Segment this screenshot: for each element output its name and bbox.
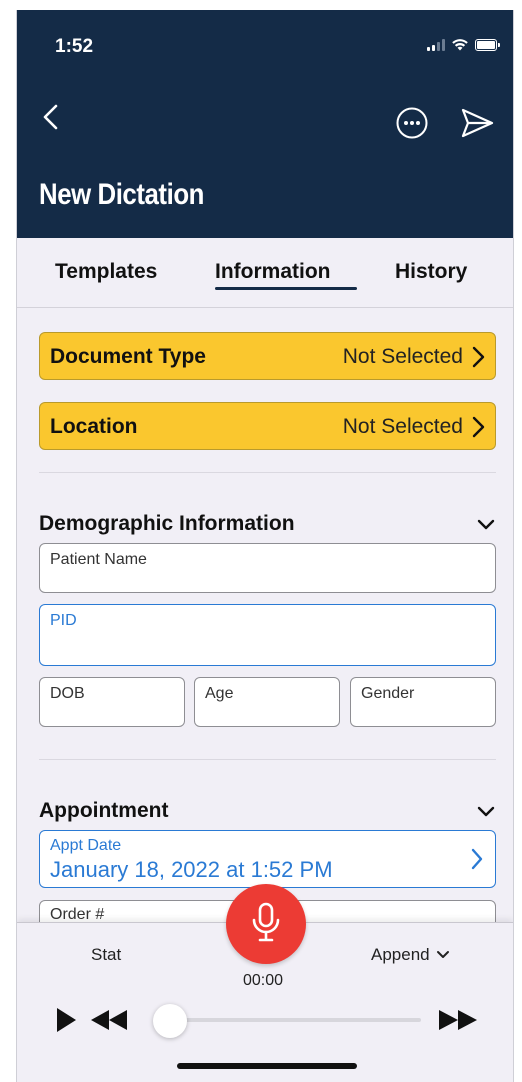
gender-label: Gender [361,685,415,702]
play-button[interactable] [55,1006,77,1034]
pid-field[interactable]: PID [39,604,496,666]
cellular-signal-icon [427,38,445,51]
chevron-right-icon [472,346,485,368]
appt-date-label: Appt Date [50,837,122,854]
tab-information[interactable]: Information [215,260,331,284]
document-type-value: Not Selected [342,345,463,368]
playback-scrubber-handle[interactable] [153,1004,187,1038]
nav-header: 1:52 New Dictation [17,10,513,238]
document-type-label: Document Type [50,345,206,368]
tab-bar: Templates Information History [17,238,513,308]
document-type-selector[interactable]: Document Type Not Selected [39,332,496,380]
demographic-section-title: Demographic Information [39,512,295,535]
status-icons [427,38,500,51]
wifi-icon [452,39,468,51]
location-selector[interactable]: Location Not Selected [39,402,496,450]
appt-date-field[interactable]: Appt Date January 18, 2022 at 1:52 PM [39,830,496,888]
chevron-right-icon [472,416,485,438]
dob-label: DOB [50,685,85,702]
tab-history[interactable]: History [395,260,467,284]
section-divider [39,759,496,760]
chevron-right-icon [471,848,483,870]
age-field[interactable]: Age [194,677,340,727]
append-dropdown[interactable]: Append [371,945,450,965]
age-label: Age [205,685,234,702]
home-indicator [177,1063,357,1069]
dob-field[interactable]: DOB [39,677,185,727]
gender-field[interactable]: Gender [350,677,496,727]
chevron-down-icon[interactable] [475,801,497,823]
location-label: Location [50,415,138,438]
tab-templates[interactable]: Templates [55,260,157,284]
appt-date-value: January 18, 2022 at 1:52 PM [50,857,333,882]
microphone-icon [252,902,280,942]
chevron-down-icon [436,951,449,958]
patient-name-field[interactable]: Patient Name [39,543,496,593]
send-button[interactable] [459,106,495,140]
selected-tab-indicator [215,287,357,290]
section-divider [39,472,496,473]
patient-name-label: Patient Name [50,551,147,568]
recording-timer: 00:00 [243,972,284,989]
stat-toggle[interactable]: Stat [91,945,121,965]
chevron-down-icon[interactable] [475,514,497,536]
status-time: 1:52 [55,36,94,57]
appointment-section-title: Appointment [39,799,169,822]
app-screen: 1:52 New Dictation Templates Information… [16,10,514,1082]
more-options-button[interactable] [395,106,429,140]
playback-progress-track[interactable] [159,1018,421,1022]
location-value: Not Selected [342,415,463,438]
battery-icon [475,38,500,51]
rewind-button[interactable] [89,1008,129,1032]
back-button[interactable] [37,102,67,132]
fast-forward-button[interactable] [437,1008,479,1032]
record-button[interactable] [226,884,306,964]
append-label: Append [371,945,430,964]
page-title: New Dictation [39,178,204,211]
pid-label: PID [50,612,77,629]
